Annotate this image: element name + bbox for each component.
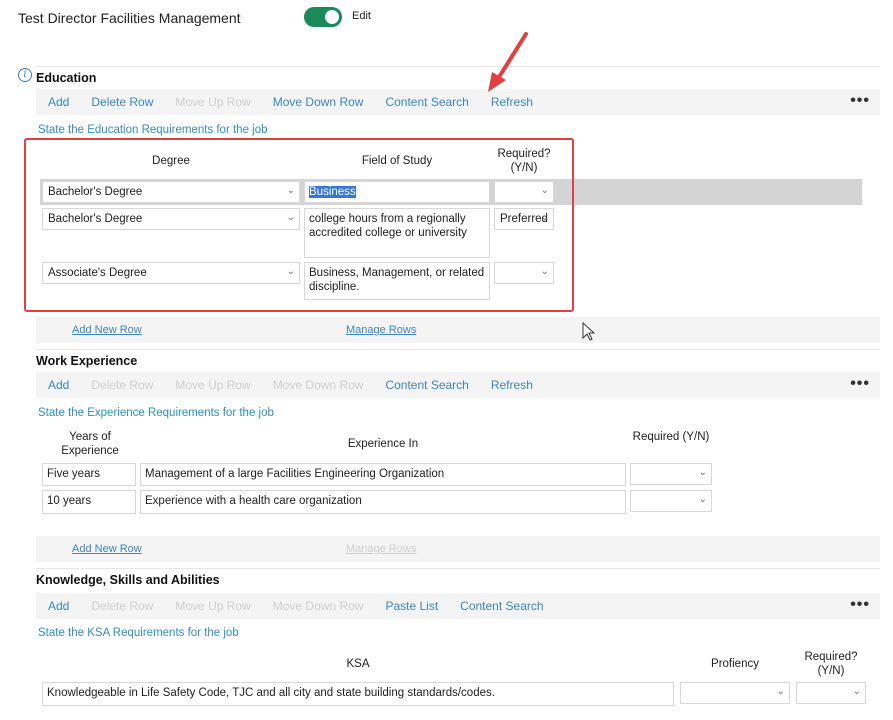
chevron-down-icon: ⌄ bbox=[286, 185, 295, 196]
add-new-row-link[interactable]: Add New Row bbox=[72, 324, 142, 336]
degree-select-row-3[interactable]: Associate's Degree ⌄ bbox=[42, 262, 300, 284]
header-bar: Test Director Facilities Management Edit bbox=[18, 7, 371, 28]
add-button[interactable]: Add bbox=[48, 378, 69, 392]
move-up-row-button[interactable]: Move Up Row bbox=[175, 599, 250, 613]
ksa-input-row-1[interactable]: Knowledgeable in Life Safety Code, TJC a… bbox=[42, 682, 674, 706]
section-title-work-experience: Work Experience bbox=[36, 354, 138, 368]
education-section: Education Add Delete Row Move Up Row Mov… bbox=[36, 66, 880, 344]
years-input-row-1[interactable]: Five years bbox=[42, 463, 136, 486]
chevron-down-icon: ⌄ bbox=[776, 686, 785, 697]
field-of-study-input-row-2[interactable]: college hours from a regionally accredit… bbox=[304, 208, 490, 258]
add-button[interactable]: Add bbox=[48, 599, 69, 613]
chevron-down-icon: ⌄ bbox=[540, 266, 549, 277]
edit-label: Edit bbox=[352, 10, 371, 22]
required-select-row-2[interactable]: Preferred ⌄ bbox=[494, 208, 554, 230]
required-select-row-1[interactable]: ⌄ bbox=[796, 682, 866, 704]
refresh-button[interactable]: Refresh bbox=[491, 95, 533, 109]
required-select-row-2[interactable]: ⌄ bbox=[630, 490, 712, 512]
field-of-study-input-row-3[interactable]: Business, Management, or related discipl… bbox=[304, 262, 490, 300]
paste-list-button[interactable]: Paste List bbox=[385, 599, 438, 613]
content-search-button[interactable]: Content Search bbox=[460, 599, 543, 613]
degree-select-row-2[interactable]: Bachelor's Degree ⌄ bbox=[42, 208, 300, 230]
section-title-ksa: Knowledge, Skills and Abilities bbox=[36, 573, 220, 587]
years-input-row-2[interactable]: 10 years bbox=[42, 490, 136, 514]
move-up-row-button[interactable]: Move Up Row bbox=[175, 378, 250, 392]
chevron-down-icon: ⌄ bbox=[852, 686, 861, 697]
move-down-row-button[interactable]: Move Down Row bbox=[273, 95, 364, 109]
delete-row-button[interactable]: Delete Row bbox=[91, 378, 153, 392]
section-title-education: Education bbox=[36, 71, 97, 85]
selected-text: Business bbox=[309, 186, 356, 198]
chevron-down-icon: ⌄ bbox=[698, 467, 707, 478]
degree-value: Bachelor's Degree bbox=[48, 186, 143, 198]
work-experience-instruction: State the Experience Requirements for th… bbox=[38, 407, 274, 419]
edit-toggle[interactable] bbox=[304, 7, 342, 27]
column-header-years: Years of Experience bbox=[61, 431, 119, 457]
experience-input-row-1[interactable]: Management of a large Facilities Enginee… bbox=[140, 463, 626, 486]
work-experience-footer: Add New Row Manage Rows bbox=[36, 536, 880, 562]
more-options-icon[interactable]: ••• bbox=[850, 596, 870, 614]
required-select-row-1[interactable]: ⌄ bbox=[494, 181, 554, 203]
education-footer: Add New Row Manage Rows bbox=[36, 317, 880, 343]
move-up-row-button[interactable]: Move Up Row bbox=[175, 95, 250, 109]
add-button[interactable]: Add bbox=[48, 95, 69, 109]
degree-value: Associate's Degree bbox=[48, 267, 147, 279]
chevron-down-icon: ⌄ bbox=[698, 494, 707, 505]
ksa-instruction: State the KSA Requirements for the job bbox=[38, 627, 239, 639]
toggle-knob bbox=[325, 10, 339, 24]
info-icon[interactable]: i bbox=[18, 68, 32, 82]
degree-value: Bachelor's Degree bbox=[48, 213, 143, 225]
column-header-required: Required (Y/N) bbox=[632, 431, 710, 443]
column-header-required: Required? (Y/N) bbox=[804, 651, 858, 677]
refresh-button[interactable]: Refresh bbox=[491, 378, 533, 392]
column-header-degree: Degree bbox=[152, 155, 190, 167]
column-header-field-of-study: Field of Study bbox=[361, 155, 433, 167]
column-header-proficiency: Profiency bbox=[711, 658, 759, 670]
move-down-row-button[interactable]: Move Down Row bbox=[273, 599, 364, 613]
chevron-down-icon: ⌄ bbox=[286, 212, 295, 223]
work-experience-section: Work Experience Add Delete Row Move Up R… bbox=[36, 349, 880, 565]
column-header-ksa: KSA bbox=[346, 658, 370, 670]
content-search-button[interactable]: Content Search bbox=[385, 378, 468, 392]
page-title: Test Director Facilities Management bbox=[18, 10, 241, 26]
required-select-row-1[interactable]: ⌄ bbox=[630, 463, 712, 485]
experience-input-row-2[interactable]: Experience with a health care organizati… bbox=[140, 490, 626, 514]
column-header-required: Required? (Y/N) bbox=[497, 148, 551, 174]
manage-rows-link[interactable]: Manage Rows bbox=[346, 324, 416, 336]
chevron-down-icon: ⌄ bbox=[540, 185, 549, 196]
chevron-down-icon: ⌄ bbox=[540, 212, 549, 223]
education-toolbar: Add Delete Row Move Up Row Move Down Row… bbox=[36, 89, 880, 115]
content-search-button[interactable]: Content Search bbox=[385, 95, 468, 109]
required-select-row-3[interactable]: ⌄ bbox=[494, 262, 554, 284]
move-down-row-button[interactable]: Move Down Row bbox=[273, 378, 364, 392]
more-options-icon[interactable]: ••• bbox=[850, 375, 870, 393]
proficiency-select-row-1[interactable]: ⌄ bbox=[680, 682, 790, 704]
delete-row-button[interactable]: Delete Row bbox=[91, 95, 153, 109]
degree-select-row-1[interactable]: Bachelor's Degree ⌄ bbox=[42, 181, 300, 203]
add-new-row-link[interactable]: Add New Row bbox=[72, 543, 142, 555]
ksa-toolbar: Add Delete Row Move Up Row Move Down Row… bbox=[36, 593, 880, 619]
chevron-down-icon: ⌄ bbox=[286, 266, 295, 277]
education-instruction: State the Education Requirements for the… bbox=[38, 124, 268, 136]
field-of-study-input-row-1[interactable]: Business bbox=[304, 181, 490, 203]
manage-rows-link[interactable]: Manage Rows bbox=[346, 543, 416, 555]
column-header-experience-in: Experience In bbox=[347, 438, 419, 450]
more-options-icon[interactable]: ••• bbox=[850, 92, 870, 110]
work-experience-toolbar: Add Delete Row Move Up Row Move Down Row… bbox=[36, 372, 880, 398]
delete-row-button[interactable]: Delete Row bbox=[91, 599, 153, 613]
